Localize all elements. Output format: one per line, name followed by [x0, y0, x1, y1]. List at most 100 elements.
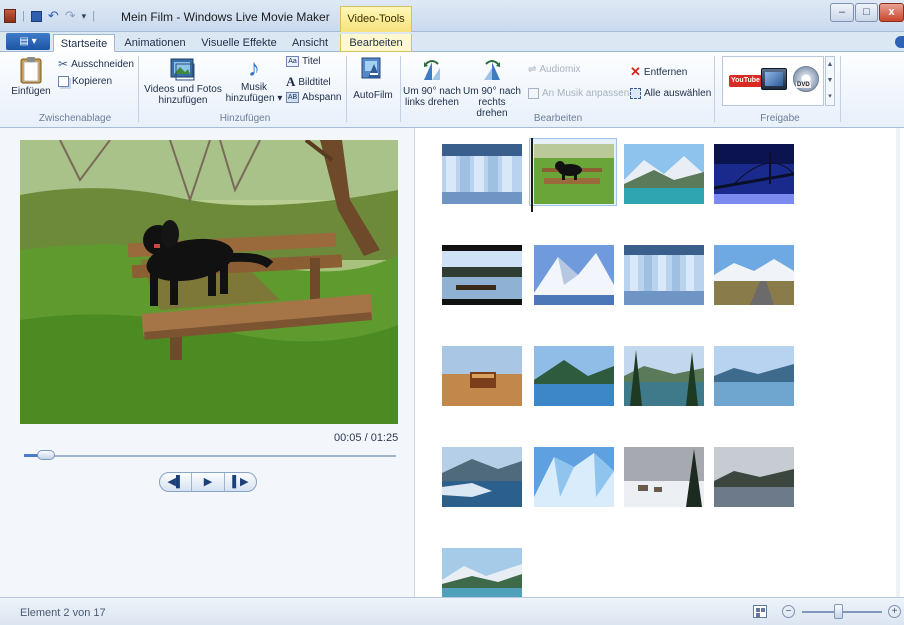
ribbon-separator [400, 56, 401, 122]
clip-snow-village[interactable] [624, 447, 704, 507]
grid-icon [756, 608, 760, 612]
rotate-left-label-1: Um 90° nach [403, 86, 461, 97]
minimize-button[interactable]: – [830, 3, 854, 22]
help-icon[interactable] [895, 36, 904, 48]
scissors-icon: ✂ [58, 57, 69, 71]
clip-forest-lake[interactable] [624, 346, 704, 406]
paste-button[interactable]: Einfügen [10, 56, 52, 97]
add-videos-label-1: Videos und Fotos [144, 84, 222, 95]
clip-glacier-shore[interactable] [442, 447, 522, 507]
video-device-share-button[interactable] [761, 68, 787, 90]
tab-bearbeiten[interactable]: Bearbeiten [340, 34, 412, 52]
preview-frame-dog-on-bench [20, 140, 398, 424]
thumbnail-size-icon[interactable] [753, 605, 767, 618]
app-icon[interactable] [4, 9, 16, 23]
clip-wooden-sign[interactable] [442, 346, 522, 406]
group-label-bearbeiten: Bearbeiten [533, 113, 583, 124]
tab-animationen[interactable]: Animationen [119, 34, 191, 52]
clip-mountain-road[interactable] [714, 245, 794, 305]
separator: | [92, 10, 96, 22]
rotate-right-label-1: Um 90° nach [463, 86, 521, 97]
fit-to-music-label: An Musik anpassen [542, 88, 630, 99]
rotate-left-button[interactable]: Um 90° nach links drehen [403, 56, 461, 108]
monitor-icon [765, 72, 783, 86]
next-frame-button[interactable]: ▌▶ [225, 473, 256, 491]
maximize-button[interactable]: □ [855, 3, 878, 22]
clip-snowy-peak[interactable] [534, 245, 614, 305]
close-button[interactable]: x [879, 3, 904, 22]
audiomix-label: Audiomix [539, 64, 581, 75]
storyboard-scrollbar[interactable] [896, 128, 900, 597]
title-icon: Aa [286, 56, 299, 67]
rotate-left-icon [424, 60, 440, 80]
film-photo-icon [170, 58, 195, 81]
clip-glacier-ice[interactable] [534, 447, 614, 507]
status-text: Element 2 von 17 [20, 607, 106, 619]
clip-dock-on-lake[interactable] [442, 245, 522, 305]
select-all-button[interactable]: Alle auswählen [630, 88, 711, 99]
clip-glass-building[interactable] [442, 144, 522, 204]
previous-frame-button[interactable]: ◀▌ [160, 473, 191, 491]
rotate-right-button[interactable]: Um 90° nach rechts drehen [462, 56, 522, 119]
copy-button[interactable]: Kopieren [58, 76, 112, 87]
clipboard-icon [20, 57, 42, 84]
add-videos-photos-button[interactable]: Videos und Fotos hinzufügen [143, 56, 223, 106]
title-button[interactable]: Aa Titel [286, 56, 321, 67]
group-label-hinzufuegen: Hinzufügen [219, 113, 271, 124]
copy-label: Kopieren [72, 76, 113, 87]
quick-access-toolbar: | ↶ ↷ ▾ | [4, 9, 95, 23]
cut-button[interactable]: ✂ Ausschneiden [58, 57, 134, 71]
redo-icon[interactable]: ↷ [65, 9, 76, 23]
credits-icon: AB [286, 92, 299, 103]
play-button[interactable]: ▶ [191, 473, 225, 491]
ribbon: Einfügen ✂ Ausschneiden Kopieren Zwische… [0, 52, 904, 128]
clip-mountain-lake[interactable] [624, 144, 704, 204]
tab-startseite[interactable]: Startseite [53, 34, 115, 52]
grid-icon-cell [761, 608, 765, 612]
window-title: Mein Film - Windows Live Movie Maker [121, 10, 330, 24]
app-menu-button[interactable]: ▤ ▾ [6, 33, 50, 50]
playback-controls: ◀▌ ▶ ▌▶ [159, 472, 257, 492]
audiomix-button[interactable]: ⇌ Audiomix [528, 64, 581, 75]
dvd-share-button[interactable]: DVD [793, 66, 819, 92]
clip-blue-lake[interactable] [714, 346, 794, 406]
add-music-button[interactable]: ♪ Musik hinzufügen ▾ [224, 56, 284, 105]
status-bar: Element 2 von 17 − + [0, 597, 904, 625]
save-icon[interactable] [30, 10, 42, 22]
autofilm-button[interactable]: AutoFilm [350, 56, 396, 101]
remove-x-icon: ✕ [630, 64, 641, 79]
seek-bar-thumb[interactable] [37, 450, 55, 460]
title-bar: | ↶ ↷ ▾ | Mein Film - Windows Live Movie… [0, 0, 904, 32]
share-gallery: YouTube DVD [722, 56, 824, 106]
credits-label: Abspann [302, 92, 342, 103]
main-area: 00:05 / 01:25 ◀▌ ▶ ▌▶ [0, 128, 904, 608]
zoom-in-button[interactable]: + [888, 605, 901, 618]
share-gallery-scroll[interactable]: ▲ ▼ ▾ [825, 56, 835, 106]
tab-visuelle-effekte[interactable]: Visuelle Effekte [195, 34, 283, 52]
fit-to-music-button[interactable]: An Musik anpassen [528, 88, 629, 99]
add-music-label-1: Musik [240, 82, 268, 93]
qat-dropdown-icon[interactable]: ▾ [82, 9, 87, 23]
caption-button[interactable]: A Bildtitel [286, 74, 331, 90]
autofilm-icon [361, 57, 381, 79]
clip-fjord[interactable] [534, 346, 614, 406]
clip-bridge-night[interactable] [714, 144, 794, 204]
ribbon-separator [840, 56, 841, 122]
remove-button[interactable]: ✕ Entfernen [630, 64, 687, 80]
preview-video[interactable] [20, 140, 398, 424]
clip-misty-lake[interactable] [714, 447, 794, 507]
youtube-label: YouTube [729, 75, 762, 87]
zoom-slider-thumb[interactable] [834, 604, 843, 619]
clip-black-dog-on-bench[interactable] [534, 144, 614, 204]
tab-ansicht[interactable]: Ansicht [287, 34, 333, 52]
youtube-share-button[interactable]: YouTube [729, 75, 762, 87]
clip-glass-building-2[interactable] [624, 245, 704, 305]
seek-bar[interactable] [24, 455, 396, 457]
zoom-out-button[interactable]: − [782, 605, 795, 618]
ribbon-separator [714, 56, 715, 122]
rotate-right-icon [484, 60, 500, 80]
credits-button[interactable]: AB Abspann [286, 92, 341, 103]
undo-icon[interactable]: ↶ [48, 9, 59, 23]
time-display: 00:05 / 01:25 [334, 432, 399, 444]
add-videos-label-2: hinzufügen [158, 95, 208, 106]
